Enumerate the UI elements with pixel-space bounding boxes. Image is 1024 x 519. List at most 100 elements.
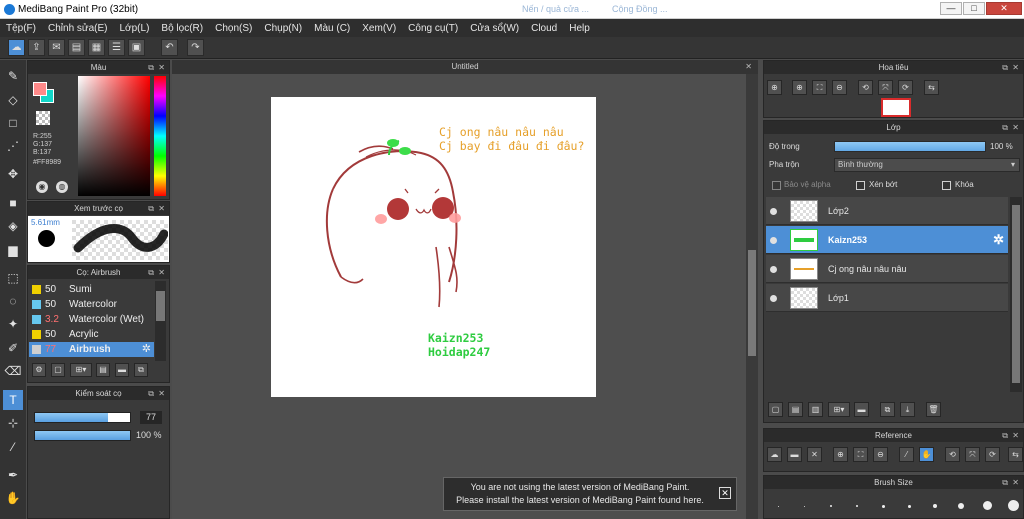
gradient-icon[interactable]: ▆ [3, 240, 23, 260]
close-button[interactable]: ✕ [986, 2, 1022, 15]
fill-rect-icon[interactable]: ■ [3, 193, 23, 213]
zoom-out-icon[interactable]: ⊖ [873, 447, 888, 462]
brush-size-preset[interactable] [778, 506, 779, 507]
brush-new-icon[interactable]: ▢ [51, 363, 65, 377]
menu-window[interactable]: Cửa sổ(W) [470, 23, 519, 34]
lock-checkbox[interactable] [942, 181, 951, 190]
maximize-button[interactable]: □ [963, 2, 985, 15]
float-icon[interactable]: ⧉ [1002, 429, 1008, 442]
cloud-icon[interactable]: ☁ [767, 447, 782, 462]
lasso-icon[interactable]: ◌ [3, 291, 23, 311]
gear-icon[interactable]: ✲ [142, 342, 151, 357]
canvas-vertical-scrollbar[interactable] [746, 74, 758, 519]
close-icon[interactable]: ✕ [745, 60, 752, 74]
fit-icon[interactable]: ⛶ [853, 447, 868, 462]
menu-tools[interactable]: Công cụ(T) [408, 23, 458, 34]
color-wheel-icon[interactable]: ◍ [56, 181, 68, 193]
float-icon[interactable]: ⧉ [1002, 121, 1008, 134]
brush-duplicate-icon[interactable]: ⧉ [134, 363, 148, 377]
scroll-thumb[interactable] [156, 291, 165, 321]
page-list-icon[interactable]: ☰ [108, 39, 125, 56]
menu-edit[interactable]: Chỉnh sửa(E) [48, 23, 108, 34]
brush-item-selected[interactable]: 77 Airbrush ✲ [29, 342, 154, 357]
float-icon[interactable]: ⧉ [148, 202, 154, 215]
flip-icon[interactable]: ⇆ [924, 80, 939, 95]
gear-icon[interactable]: ✲ [993, 226, 1004, 254]
update-notice[interactable]: You are not using the latest version of … [443, 477, 737, 511]
new-8bit-layer-icon[interactable]: ▥ [808, 402, 823, 417]
zoom-in-icon[interactable]: ⊕ [833, 447, 848, 462]
close-icon[interactable]: ✕ [1012, 429, 1019, 442]
zoom-in-alt-icon[interactable]: ⊕ [792, 80, 807, 95]
saturation-picker[interactable] [78, 76, 150, 196]
brush-size-preset[interactable] [983, 501, 992, 510]
undo-icon[interactable]: ↶ [161, 39, 178, 56]
rotate-left-icon[interactable]: ⟲ [945, 447, 960, 462]
close-icon[interactable]: ✕ [158, 266, 165, 279]
hue-slider[interactable] [154, 76, 166, 196]
select-pen-icon[interactable]: ✐ [3, 338, 23, 358]
document-icon[interactable]: ▤ [68, 39, 85, 56]
select-rect-icon[interactable]: ⬚ [3, 268, 23, 288]
folder-icon[interactable]: ▬ [115, 363, 129, 377]
canvas-signature-layer[interactable]: Kaizn253 Hoidap247 [428, 331, 490, 359]
brush-size-slider[interactable] [34, 412, 131, 423]
minimize-button[interactable]: — [940, 2, 962, 15]
visibility-icon[interactable] [770, 237, 777, 244]
brush-size-value[interactable]: 77 [140, 411, 162, 424]
visibility-icon[interactable] [770, 266, 777, 273]
palette-icon[interactable]: ◉ [36, 181, 48, 193]
layer-scrollbar[interactable] [1010, 197, 1022, 392]
scroll-thumb[interactable] [748, 250, 756, 356]
brush-size-preset[interactable] [1008, 500, 1019, 511]
rectangle-icon[interactable]: □ [3, 113, 23, 133]
move-icon[interactable]: ✥ [3, 164, 23, 184]
navigator-thumbnail[interactable] [881, 98, 911, 117]
fit-icon[interactable]: ⛶ [812, 80, 827, 95]
close-icon[interactable]: ✕ [1012, 476, 1019, 489]
background-tab[interactable]: Cộng Đồng ... [612, 4, 668, 14]
transparent-color-swatch[interactable] [36, 111, 50, 125]
merge-layer-icon[interactable]: ⤓ [900, 402, 915, 417]
foreground-color-swatch[interactable] [33, 82, 47, 96]
canvas-tab-title[interactable]: Untitled [451, 62, 478, 71]
brush-size-preset[interactable] [958, 503, 964, 509]
brush-size-preset[interactable] [856, 505, 858, 507]
rotate-left-icon[interactable]: ⟲ [858, 80, 873, 95]
comment-icon[interactable]: ✉ [48, 39, 65, 56]
redo-icon[interactable]: ↷ [187, 39, 204, 56]
eyedropper-alt-icon[interactable]: ✒ [3, 465, 23, 485]
visibility-icon[interactable] [770, 295, 777, 302]
rotate-right-icon[interactable]: ⟳ [898, 80, 913, 95]
blend-mode-select[interactable]: Bình thường ▾ [834, 158, 1020, 172]
brush-size-preset[interactable] [908, 505, 911, 508]
close-icon[interactable]: ✕ [1012, 61, 1019, 74]
folder-icon[interactable]: ▬ [854, 402, 869, 417]
close-icon[interactable]: ✕ [158, 387, 165, 400]
page-icon[interactable]: ▦ [88, 39, 105, 56]
magic-wand-icon[interactable]: ✦ [3, 314, 23, 334]
brush-size-preset[interactable] [804, 506, 805, 507]
layer-row[interactable]: Lớp1 [766, 284, 1008, 312]
canvas-text-layer[interactable]: Cj ong nâu nâu nâu Cj bay đi đâu đi đâu? [439, 125, 584, 153]
layer-row[interactable]: Cj ong nâu nâu nâu [766, 255, 1008, 283]
brush-list-scrollbar[interactable] [155, 281, 166, 361]
close-icon[interactable]: ✕ [158, 202, 165, 215]
float-icon[interactable]: ⧉ [1002, 476, 1008, 489]
menu-cloud[interactable]: Cloud [531, 23, 557, 34]
cloud-icon[interactable]: ☁ [8, 39, 25, 56]
eyedropper-icon[interactable]: ⁄ [3, 437, 23, 457]
add-layer-menu-icon[interactable]: ⊞▾ [828, 402, 850, 417]
brush-copy-icon[interactable]: ▤ [96, 363, 110, 377]
menu-select[interactable]: Chọn(S) [215, 23, 252, 34]
delete-layer-icon[interactable]: 🗑 [926, 402, 941, 417]
layer-row-selected[interactable]: Kaizn253 ✲ [766, 226, 1008, 254]
eyedropper-icon[interactable]: ⁄ [899, 447, 914, 462]
eraser-icon[interactable]: ◇ [3, 90, 23, 110]
menu-color[interactable]: Màu (C) [314, 23, 350, 34]
brush-size-preset[interactable] [830, 505, 832, 507]
menu-layer[interactable]: Lớp(L) [120, 23, 150, 34]
layer-opacity-slider[interactable] [834, 141, 986, 152]
protect-alpha-checkbox[interactable] [772, 181, 781, 190]
brush-menu-icon[interactable]: ⊞▾ [70, 363, 92, 377]
